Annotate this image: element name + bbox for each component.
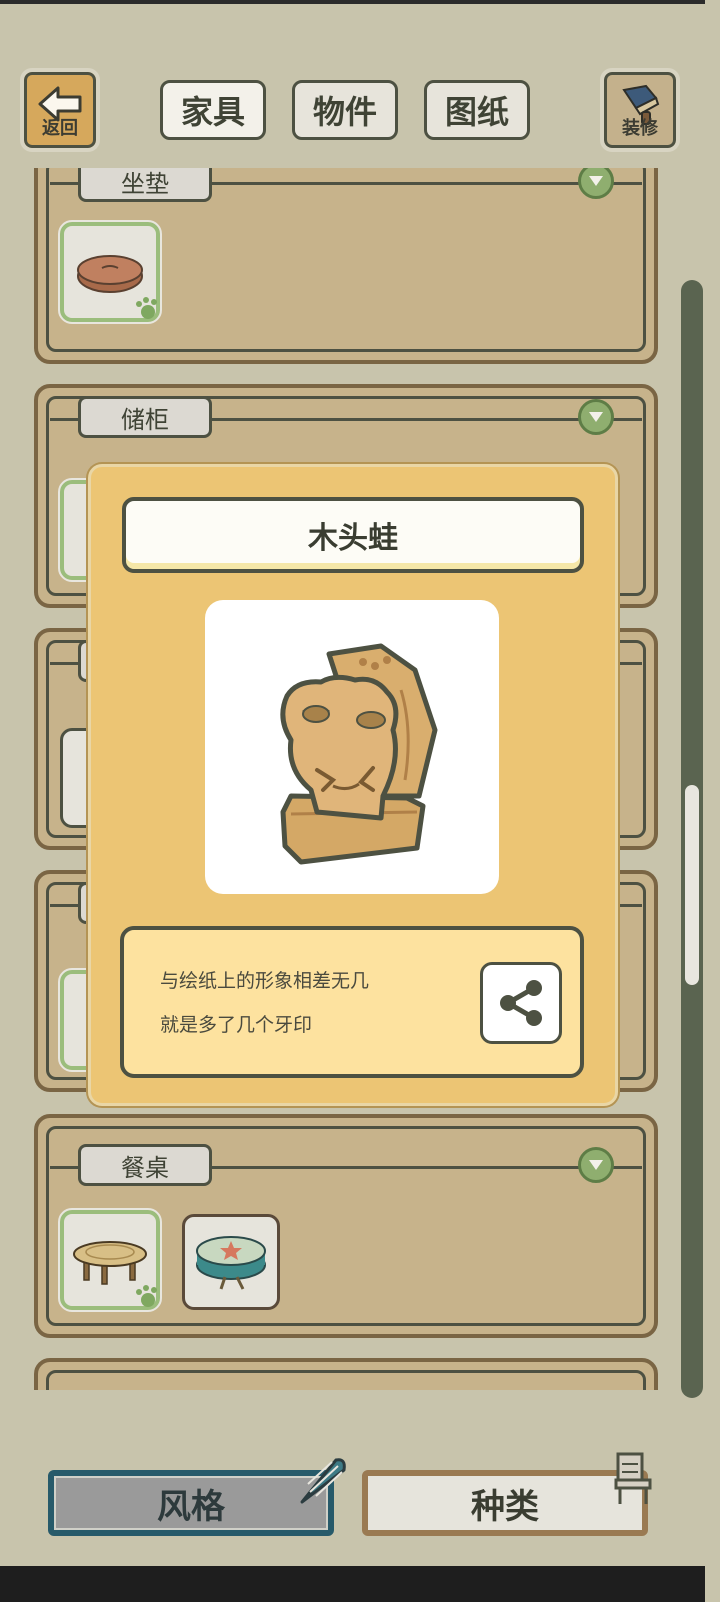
decorate-label: 装修	[622, 118, 658, 139]
tab-category-label: 种类	[471, 1486, 539, 1527]
item-round-cushion[interactable]	[58, 220, 162, 324]
tab-furniture[interactable]: 家具	[160, 80, 266, 140]
item-wooden-round-table[interactable]	[58, 1208, 162, 1312]
decorate-button[interactable]: 装修	[600, 68, 680, 152]
tab-objects-label: 物件	[312, 93, 377, 131]
back-button[interactable]: 返回	[20, 68, 100, 152]
collapse-toggle-icon[interactable]	[578, 399, 614, 435]
screen-bottom-edge	[0, 1566, 705, 1602]
share-button[interactable]	[480, 962, 562, 1044]
tab-blueprints-label: 图纸	[444, 93, 509, 131]
wooden-table-icon	[73, 1241, 147, 1285]
popup-title: 木头蛙	[122, 497, 584, 573]
section-dining-table: 餐桌	[34, 1114, 658, 1338]
share-icon	[500, 980, 542, 1026]
screen-top-edge	[0, 0, 705, 4]
collapse-toggle-icon[interactable]	[578, 1147, 614, 1183]
collapse-toggle-icon[interactable]	[578, 168, 614, 199]
wooden-frog-icon	[280, 643, 438, 865]
owned-paw-icon	[136, 297, 157, 319]
description-line-1: 与绘纸上的形象相差无几	[160, 970, 370, 992]
section-label-cushion: 坐垫	[78, 168, 212, 202]
tab-blueprints[interactable]: 图纸	[424, 80, 530, 140]
tab-furniture-label: 家具	[180, 93, 245, 131]
item-description-box: 与绘纸上的形象相差无几 就是多了几个牙印	[120, 926, 584, 1078]
teal-table-icon	[196, 1236, 266, 1290]
section-label-dining-table: 餐桌	[78, 1144, 212, 1186]
tab-objects[interactable]: 物件	[292, 80, 398, 140]
back-label: 返回	[42, 118, 78, 139]
section-label-cabinet: 储柜	[78, 396, 212, 438]
owned-paw-icon	[136, 1285, 157, 1307]
section-6	[34, 1358, 658, 1390]
tab-style-label: 风格	[157, 1486, 225, 1527]
round-cushion-icon	[77, 255, 143, 293]
chair-icon	[614, 1452, 652, 1504]
item-preview-image	[205, 600, 499, 894]
section-cushion: 坐垫	[34, 168, 658, 364]
tab-style[interactable]: 风格	[48, 1470, 334, 1536]
description-line-2: 就是多了几个牙印	[160, 1014, 313, 1036]
shell-icon	[300, 1458, 346, 1504]
scrollbar-thumb[interactable]	[685, 785, 699, 985]
item-teal-star-table[interactable]	[182, 1214, 280, 1310]
popup-title-text: 木头蛙	[308, 521, 398, 556]
tab-category[interactable]: 种类	[362, 1470, 648, 1536]
section-frame	[46, 1370, 646, 1390]
